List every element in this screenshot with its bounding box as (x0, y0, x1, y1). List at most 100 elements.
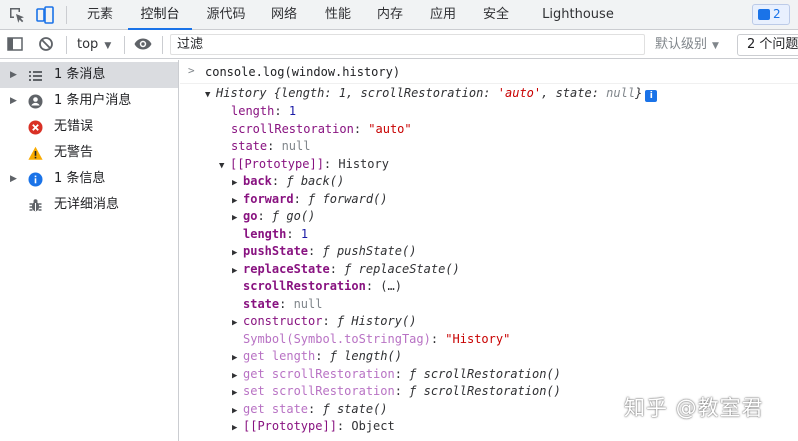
message-icon (758, 9, 770, 20)
prototype-row[interactable]: ▶ [[Prototype]]: Object (232, 418, 395, 436)
prototype-row[interactable]: ▼ [[Prototype]]: History (219, 156, 389, 174)
context-selector[interactable]: top ▼ (77, 30, 111, 59)
console-output: > console.log(window.history) ▼ History {… (180, 60, 798, 441)
sidebar-item-label: 无详细消息 (54, 197, 120, 212)
object-preview: } (635, 86, 643, 100)
property-key: go (243, 209, 258, 223)
sidebar-item-warnings[interactable]: 无警告 (0, 140, 178, 166)
property-key: length (243, 226, 287, 241)
console-command[interactable]: console.log(window.history) (205, 65, 400, 79)
info-icon[interactable]: i (645, 90, 658, 102)
expand-arrow-icon[interactable]: ▶ (10, 88, 17, 114)
function-signature: History() (351, 314, 417, 328)
sidebar-item-info[interactable]: ▶ 1 条信息 (0, 166, 178, 192)
method-row[interactable]: ▶ go: ƒ go() (232, 208, 315, 226)
lazy-value[interactable]: (…) (380, 279, 402, 293)
collapse-arrow-icon[interactable]: ▼ (205, 87, 216, 105)
console-toolbar: top ▼ 默认级别 ▼ 2 个问题 (0, 30, 798, 59)
tab-network[interactable]: 网络 (262, 0, 306, 30)
tab-elements[interactable]: 元素 (78, 0, 122, 30)
tab-sources[interactable]: 源代码 (198, 0, 254, 30)
eye-icon[interactable] (133, 35, 153, 53)
tab-security[interactable]: 安全 (474, 0, 518, 30)
sidebar-item-user-messages[interactable]: ▶ 1 条用户消息 (0, 88, 178, 114)
property-value: null (293, 296, 323, 311)
property-key: replaceState (243, 261, 330, 276)
method-row[interactable]: ▶ constructor: ƒ History() (232, 313, 416, 331)
show-sidebar-icon[interactable] (6, 35, 24, 53)
function-signature: scrollRestoration() (423, 366, 561, 381)
log-levels-label: 默认级别 (655, 37, 708, 52)
function-signature: state() (336, 401, 388, 416)
sidebar-item-label: 无错误 (54, 119, 94, 134)
log-levels-dropdown[interactable]: 默认级别 ▼ (655, 30, 719, 59)
device-toolbar-icon[interactable] (35, 5, 55, 25)
sidebar-item-verbose[interactable]: 无详细消息 (0, 192, 178, 218)
collapse-arrow-icon[interactable]: ▼ (219, 158, 230, 176)
object-class-name: History (216, 86, 274, 100)
expand-arrow-icon[interactable]: ▶ (232, 420, 243, 438)
property-row[interactable]: state: null (243, 296, 322, 314)
expand-arrow-icon[interactable]: ▶ (232, 263, 243, 281)
property-key: scrollRestoration (243, 279, 366, 293)
property-value: null (281, 139, 311, 153)
toolbar-divider (66, 36, 67, 54)
method-row[interactable]: ▶ forward: ƒ forward() (232, 191, 388, 209)
sidebar-item-messages[interactable]: ▶ 1 条消息 (0, 62, 178, 88)
warning-icon (28, 146, 43, 160)
tab-memory[interactable]: 内存 (368, 0, 412, 30)
tab-performance[interactable]: 性能 (316, 0, 360, 30)
issues-counter-badge[interactable]: 2 (752, 4, 790, 25)
sidebar-item-label: 1 条用户消息 (54, 93, 132, 108)
object-summary-row[interactable]: ▼ History {length: 1, scrollRestoration: … (205, 85, 658, 105)
accessor-row[interactable]: ▶ get scrollRestoration: ƒ scrollRestorat… (232, 366, 561, 384)
property-row[interactable]: state: null (231, 138, 310, 156)
property-key: get state (243, 401, 309, 416)
filter-input[interactable] (170, 34, 645, 55)
devtools-tab-bar: 元素 控制台 源代码 网络 性能 内存 应用 安全 Lighthouse 2 (0, 0, 798, 30)
property-key: get scrollRestoration (243, 366, 395, 381)
issues-counter-value: 2 (773, 7, 781, 21)
issues-button[interactable]: 2 个问题 (737, 34, 798, 56)
inspect-element-icon[interactable] (7, 5, 27, 25)
toolbar-divider (66, 6, 67, 24)
function-signature: go() (286, 209, 316, 223)
method-row[interactable]: ▶ pushState: ƒ pushState() (232, 243, 416, 261)
function-signature: length() (344, 349, 402, 363)
expand-arrow-icon[interactable]: ▶ (232, 210, 243, 228)
accessor-row[interactable]: ▶ get length: ƒ length() (232, 348, 402, 366)
toolbar-divider (162, 36, 163, 54)
property-row[interactable]: length: 1 (243, 226, 308, 244)
property-key: back (243, 174, 272, 188)
expand-arrow-icon[interactable]: ▶ (10, 62, 17, 88)
property-row[interactable]: Symbol(Symbol.toStringTag): "History" (243, 331, 510, 349)
function-signature: scrollRestoration() (423, 384, 561, 398)
property-value: 1 (288, 104, 297, 118)
sidebar-item-label: 1 条信息 (54, 171, 106, 186)
property-key: state (231, 139, 268, 153)
property-row[interactable]: scrollRestoration: (…) (243, 278, 402, 296)
method-row[interactable]: ▶ replaceState: ƒ replaceState() (232, 261, 460, 279)
tab-application[interactable]: 应用 (421, 0, 465, 30)
tab-lighthouse[interactable]: Lighthouse (537, 0, 619, 30)
accessor-row[interactable]: ▶ get state: ƒ state() (232, 401, 388, 419)
object-preview: {length: 1, scrollRestoration: (273, 86, 498, 100)
sidebar-item-errors[interactable]: 无错误 (0, 114, 178, 140)
property-row[interactable]: scrollRestoration: "auto" (231, 121, 412, 139)
property-value: History (338, 156, 389, 171)
expand-arrow-icon[interactable]: ▶ (10, 166, 17, 192)
clear-console-icon[interactable] (37, 35, 55, 53)
property-key: constructor (243, 314, 323, 328)
property-key: pushState (243, 244, 309, 258)
method-row[interactable]: ▶ back: ƒ back() (232, 173, 344, 191)
accessor-row[interactable]: ▶ set scrollRestoration: ƒ scrollRestorat… (232, 383, 561, 401)
property-row[interactable]: length: 1 (231, 103, 296, 121)
tab-console[interactable]: 控制台 (128, 0, 192, 30)
function-glyph: ƒ (286, 174, 294, 188)
info-icon (28, 172, 43, 187)
error-icon (28, 120, 43, 135)
watermark: 知乎 @教室君 (624, 396, 764, 420)
expand-arrow-icon[interactable]: ▶ (232, 315, 243, 333)
property-value: "auto" (368, 121, 412, 136)
function-signature: back() (300, 174, 345, 188)
